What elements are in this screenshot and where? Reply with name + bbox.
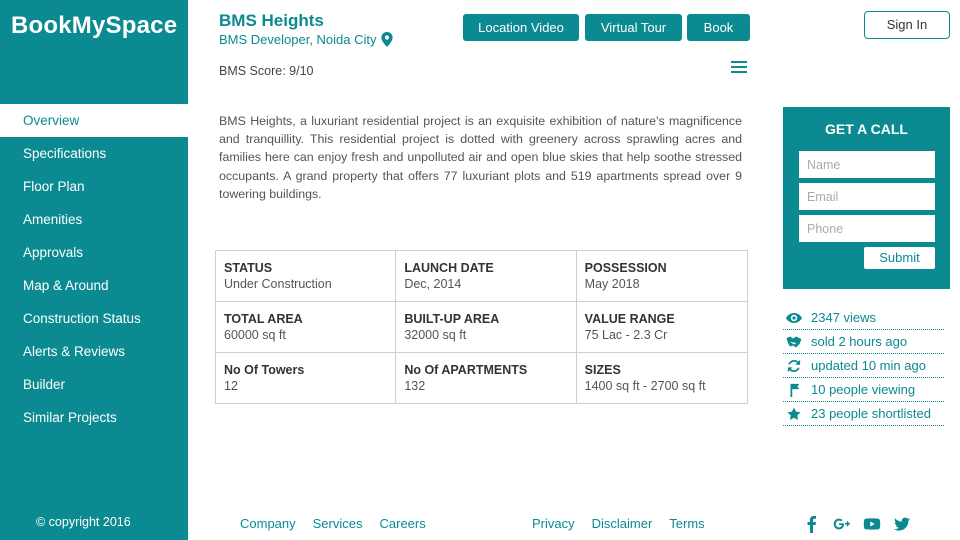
people-icon [790, 383, 800, 397]
footer-link-services[interactable]: Services [313, 516, 363, 531]
social-links [803, 515, 911, 533]
fact-value: 32000 sq ft [404, 328, 467, 342]
fact-value: 60000 sq ft [224, 328, 286, 342]
footer-link-terms[interactable]: Terms [669, 516, 704, 531]
get-a-call-form: GET A CALL Submit [783, 107, 950, 289]
project-facts-table: STATUS Under Construction LAUNCH DATE De… [215, 250, 748, 404]
fact-cell-status: STATUS Under Construction [216, 251, 397, 301]
fact-label: BUILT-UP AREA [404, 312, 500, 326]
book-button[interactable]: Book [687, 14, 750, 41]
stat-text: 23 people shortlisted [811, 406, 931, 421]
facts-row: STATUS Under Construction LAUNCH DATE De… [216, 251, 747, 302]
sidebar-item-amenities[interactable]: Amenities [0, 203, 188, 236]
youtube-icon[interactable] [863, 515, 881, 533]
sidebar-item-map-around[interactable]: Map & Around [0, 269, 188, 302]
copyright: © copyright 2016 [36, 515, 131, 529]
stat-text: 2347 views [811, 310, 877, 325]
project-subtitle: BMS Developer, Noida City [219, 32, 393, 47]
fact-label: No Of Towers [224, 363, 305, 377]
sidebar-item-builder[interactable]: Builder [0, 368, 188, 401]
fact-cell-built-up-area: BUILT-UP AREA 32000 sq ft [396, 302, 577, 352]
fact-cell-launch-date: LAUNCH DATE Dec, 2014 [396, 251, 577, 301]
fact-label: POSSESSION [584, 261, 667, 275]
fact-value: Under Construction [224, 277, 332, 291]
project-description: BMS Heights, a luxuriant residential pro… [219, 114, 742, 201]
email-input[interactable] [799, 183, 935, 210]
fact-value: 132 [404, 379, 426, 393]
project-stats: 2347 views sold 2 hours ago updated 10 m… [783, 306, 944, 426]
stat-views: 2347 views [783, 306, 944, 330]
fact-label: LAUNCH DATE [404, 261, 494, 275]
stat-sold: sold 2 hours ago [783, 330, 944, 354]
fact-label: SIZES [584, 363, 621, 377]
sidebar-item-construction-status[interactable]: Construction Status [0, 302, 188, 335]
footer-link-careers[interactable]: Careers [380, 516, 426, 531]
sidebar-item-similar-projects[interactable]: Similar Projects [0, 401, 188, 434]
fact-label: No Of APARTMENTS [404, 363, 528, 377]
brand-logo[interactable]: BookMySpace [11, 12, 177, 40]
footer-link-disclaimer[interactable]: Disclaimer [592, 516, 653, 531]
fact-value: 75 Lac - 2.3 Cr [584, 328, 668, 342]
phone-input[interactable] [799, 215, 935, 242]
menu-icon[interactable] [731, 61, 747, 74]
footer-link-privacy[interactable]: Privacy [532, 516, 575, 531]
stat-text: updated 10 min ago [811, 358, 926, 373]
star-icon [787, 406, 801, 420]
fact-value: Dec, 2014 [404, 277, 462, 291]
name-input[interactable] [799, 151, 935, 178]
fact-cell-towers: No Of Towers 12 [216, 353, 397, 404]
sidebar-item-floor-plan[interactable]: Floor Plan [0, 170, 188, 203]
sign-in-button[interactable]: Sign In [864, 11, 950, 39]
location-video-button[interactable]: Location Video [463, 14, 579, 41]
fact-cell-possession: POSSESSION May 2018 [577, 251, 747, 301]
twitter-icon[interactable] [893, 515, 911, 533]
fact-label: TOTAL AREA [224, 312, 303, 326]
facebook-icon[interactable] [803, 515, 821, 533]
footer-links-left: Company Services Careers [240, 516, 426, 531]
footer-links-right: Privacy Disclaimer Terms [532, 516, 705, 531]
fact-cell-value-range: VALUE RANGE 75 Lac - 2.3 Cr [577, 302, 747, 352]
facts-row: No Of Towers 12 No Of APARTMENTS 132 SIZ… [216, 353, 747, 404]
sidebar: BookMySpace Overview Specifications Floo… [0, 0, 188, 540]
sidebar-item-overview[interactable]: Overview [0, 104, 188, 137]
fact-cell-total-area: TOTAL AREA 60000 sq ft [216, 302, 397, 352]
fact-value: May 2018 [584, 277, 640, 291]
eye-icon [786, 312, 802, 323]
sidebar-item-alerts-reviews[interactable]: Alerts & Reviews [0, 335, 188, 368]
sidebar-item-specifications[interactable]: Specifications [0, 137, 188, 170]
get-a-call-title: GET A CALL [825, 121, 908, 137]
location-pin-icon [380, 32, 393, 47]
stat-shortlisted: 23 people shortlisted [783, 402, 944, 426]
fact-cell-apartments: No Of APARTMENTS 132 [396, 353, 577, 404]
stat-text: sold 2 hours ago [811, 334, 908, 349]
fact-label: VALUE RANGE [584, 312, 675, 326]
virtual-tour-button[interactable]: Virtual Tour [585, 14, 682, 41]
sidebar-nav: Overview Specifications Floor Plan Ameni… [0, 104, 188, 434]
fact-value: 12 [224, 379, 238, 393]
fact-cell-sizes: SIZES 1400 sq ft - 2700 sq ft [577, 353, 747, 404]
google-plus-icon[interactable] [833, 515, 851, 533]
handshake-icon [786, 335, 802, 349]
footer-link-company[interactable]: Company [240, 516, 296, 531]
fact-value: 1400 sq ft - 2700 sq ft [584, 379, 706, 393]
project-title: BMS Heights [219, 11, 324, 30]
refresh-icon [787, 359, 801, 372]
project-score: BMS Score: 9/10 [219, 64, 314, 78]
stat-updated: updated 10 min ago [783, 354, 944, 378]
fact-label: STATUS [224, 261, 273, 275]
sidebar-item-approvals[interactable]: Approvals [0, 236, 188, 269]
stat-text: 10 people viewing [811, 382, 916, 397]
stat-viewing: 10 people viewing [783, 378, 944, 402]
project-developer-location: BMS Developer, Noida City [219, 32, 377, 47]
facts-row: TOTAL AREA 60000 sq ft BUILT-UP AREA 320… [216, 302, 747, 353]
submit-button[interactable]: Submit [864, 247, 935, 269]
